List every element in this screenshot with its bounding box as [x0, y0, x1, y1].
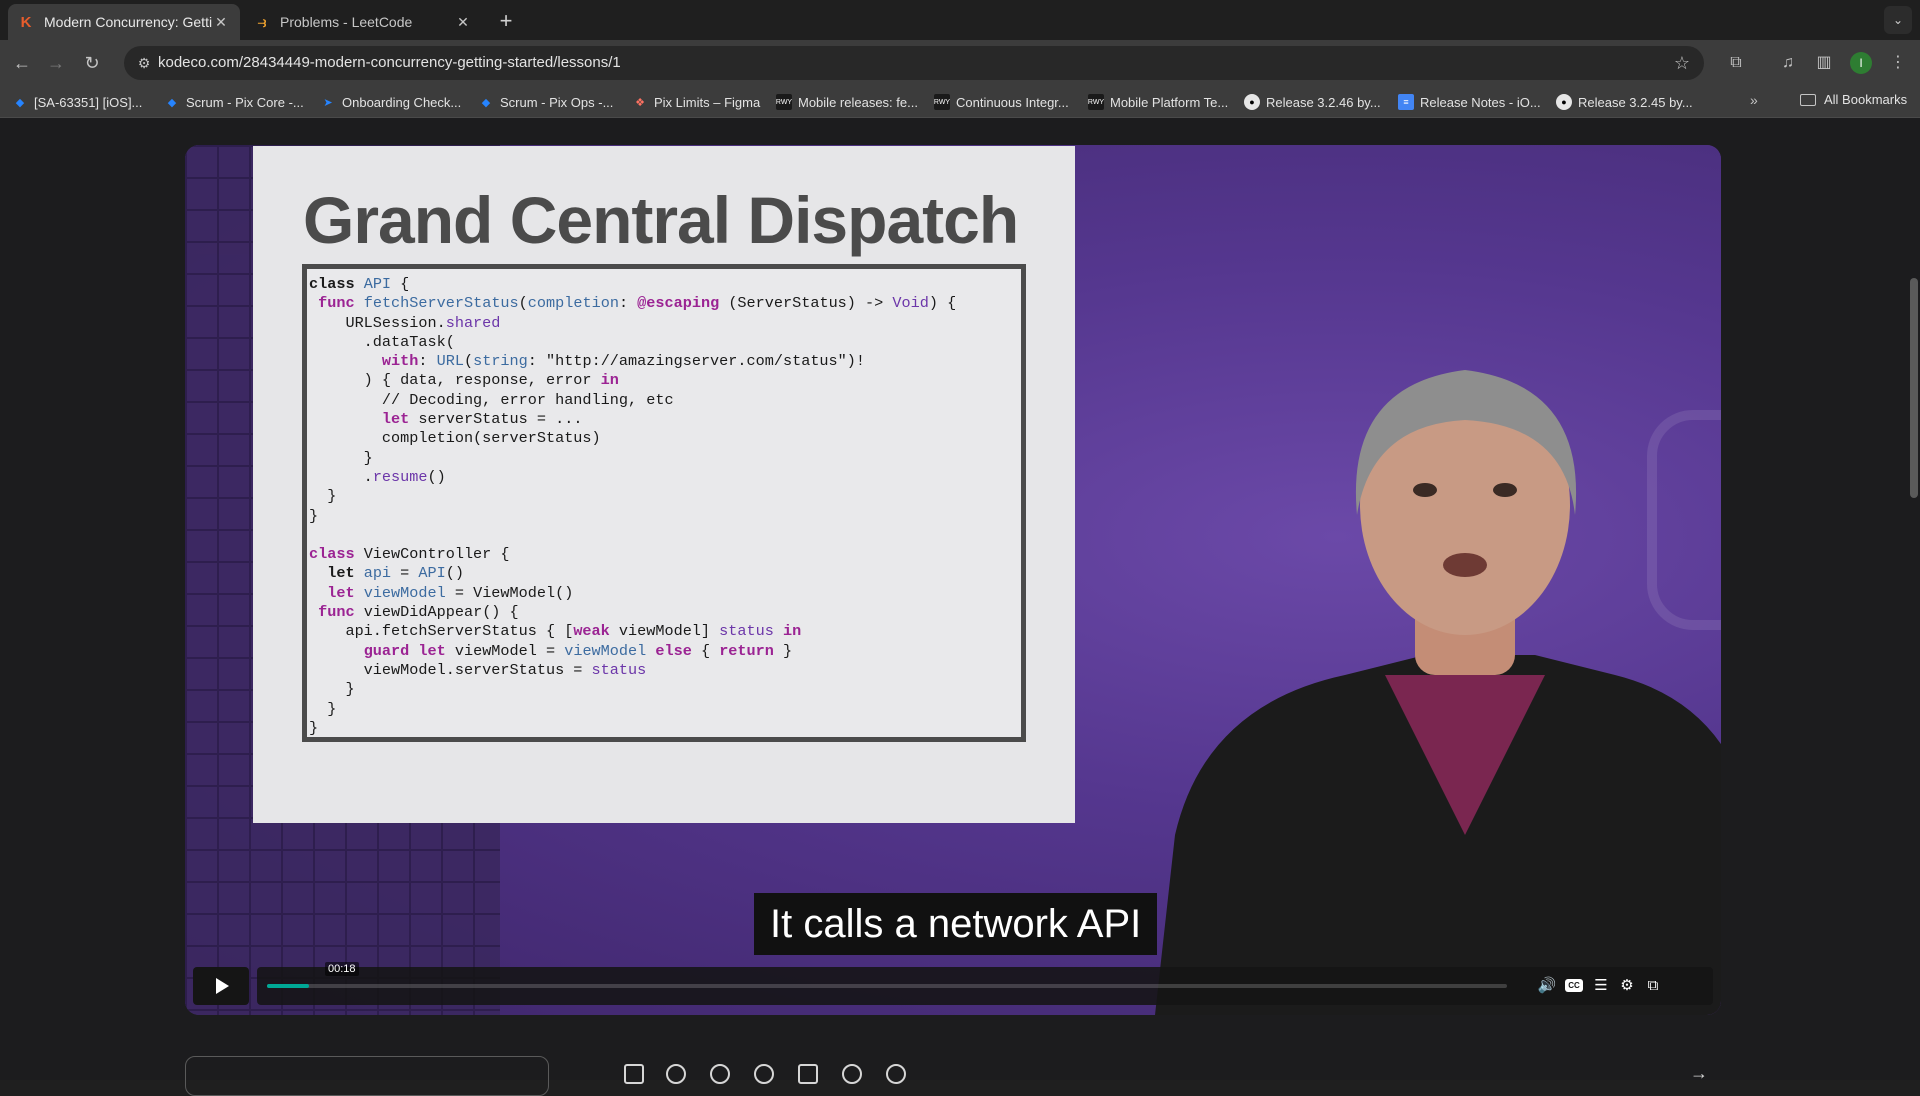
more-bookmarks-icon[interactable]: »: [1750, 92, 1758, 108]
bookmark-item[interactable]: RWY Mobile Platform Te...: [1088, 92, 1228, 112]
tab-title: Modern Concurrency: Getting: [44, 14, 212, 30]
bookmark-label: Scrum - Pix Core -...: [186, 94, 304, 110]
bookmark-item[interactable]: ◆ Scrum - Pix Core -...: [164, 92, 304, 112]
subtitle-caption: It calls a network API: [754, 893, 1158, 955]
bookmark-icon[interactable]: [624, 1064, 644, 1084]
bookmark-item[interactable]: RWY Mobile releases: fe...: [776, 92, 918, 112]
next-lesson-arrow-icon[interactable]: →: [1690, 1063, 1708, 1084]
figma-icon: ❖: [635, 96, 645, 109]
rwy-icon: RWY: [1088, 94, 1104, 110]
code-sample: class API { func fetchServerStatus(compl…: [302, 264, 1026, 742]
close-tab-icon[interactable]: ✕: [212, 14, 230, 31]
tab-leetcode[interactable]: ⥽ Problems - LeetCode ✕: [244, 4, 482, 40]
browser-toolbar: ← → ↻ ⚙ kodeco.com/28434449-modern-concu…: [0, 40, 1920, 86]
transcript-icon[interactable]: ☰: [1591, 976, 1611, 996]
media-controls-icon[interactable]: ♫: [1774, 49, 1802, 77]
bookmark-label: Release 3.2.45 by...: [1578, 94, 1693, 110]
presenter-video: [1155, 370, 1721, 1015]
bookmark-label: Onboarding Check...: [342, 94, 462, 110]
seek-bar[interactable]: 00:18: [267, 962, 1507, 988]
menu-icon[interactable]: ⋮: [1884, 49, 1912, 77]
jira-icon: ◆: [15, 96, 25, 109]
code-text: class API { func fetchServerStatus(compl…: [309, 275, 957, 737]
new-tab-button[interactable]: +: [492, 8, 520, 36]
github-icon[interactable]: [886, 1064, 906, 1084]
bookmark-label: Continuous Integr...: [956, 94, 1069, 110]
jira-icon: ◆: [481, 96, 491, 109]
share-icon[interactable]: [798, 1064, 818, 1084]
volume-icon[interactable]: 🔊: [1537, 976, 1557, 996]
bookmark-label: Release Notes - iO...: [1420, 94, 1541, 110]
play-button[interactable]: [193, 967, 249, 1005]
bookmark-label: Scrum - Pix Ops -...: [500, 94, 614, 110]
bookmark-label: [SA-63351] [iOS]...: [34, 94, 143, 110]
bookmark-star-icon[interactable]: ☆: [1670, 51, 1694, 75]
tab-kodeco[interactable]: K Modern Concurrency: Getting ✕: [8, 4, 240, 40]
settings-gear-icon[interactable]: ⚙: [1617, 976, 1637, 996]
bookmark-item[interactable]: RWY Continuous Integr...: [934, 92, 1069, 112]
closed-captions-icon[interactable]: CC: [1565, 979, 1583, 992]
tab-search-button[interactable]: ⌄: [1884, 6, 1912, 34]
star-icon[interactable]: [710, 1064, 730, 1084]
progress-fill: [267, 984, 310, 988]
jira-icon: ◆: [167, 96, 177, 109]
jira-icon: ➤: [323, 96, 333, 109]
bookmark-item[interactable]: ● Release 3.2.45 by...: [1556, 92, 1693, 112]
bookmark-item[interactable]: ≡ Release Notes - iO...: [1398, 92, 1541, 112]
kodeco-logo-icon: K: [20, 13, 32, 31]
address-bar[interactable]: ⚙ kodeco.com/28434449-modern-concurrency…: [124, 46, 1704, 80]
slide-title: Grand Central Dispatch: [303, 183, 1019, 257]
video-player[interactable]: Grand Central Dispatch class API { func …: [185, 145, 1721, 1015]
info-icon[interactable]: [666, 1064, 686, 1084]
extensions-icon[interactable]: ⧉: [1722, 49, 1750, 77]
leetcode-logo-icon: ⥽: [257, 13, 267, 31]
site-info-icon[interactable]: ⚙: [132, 51, 156, 75]
bookmark-item[interactable]: ◆ Scrum - Pix Ops -...: [478, 92, 614, 112]
back-button[interactable]: ←: [8, 49, 36, 77]
url-text[interactable]: kodeco.com/28434449-modern-concurrency-g…: [158, 54, 621, 71]
tab-strip: K Modern Concurrency: Getting ✕ ⥽ Proble…: [0, 0, 1920, 40]
control-bar: 00:18 🔊 CC ☰ ⚙ ⧉: [257, 962, 1713, 1005]
google-docs-icon: ≡: [1398, 94, 1414, 110]
bookmark-label: Mobile releases: fe...: [798, 94, 918, 110]
bookmarks-bar: ◆ [SA-63351] [iOS]... ◆ Scrum - Pix Core -…: [0, 86, 1920, 118]
bookmark-item[interactable]: ❖ Pix Limits – Figma: [632, 92, 760, 112]
bookmark-label: Mobile Platform Te...: [1110, 94, 1229, 110]
github-icon: ●: [1556, 94, 1572, 110]
rwy-icon: RWY: [776, 94, 792, 110]
presentation-slide: Grand Central Dispatch class API { func …: [253, 146, 1075, 823]
video-controls: 00:18 🔊 CC ☰ ⚙ ⧉: [193, 962, 1713, 1005]
picture-in-picture-icon[interactable]: ⧉: [1643, 976, 1663, 996]
side-panel-icon[interactable]: ▥: [1810, 49, 1838, 77]
bookmark-label: Pix Limits – Figma: [654, 94, 761, 110]
github-icon: ●: [1244, 94, 1260, 110]
profile-avatar[interactable]: I: [1850, 52, 1872, 74]
all-bookmarks-button[interactable]: All Bookmarks: [1800, 92, 1907, 107]
comment-icon[interactable]: [754, 1064, 774, 1084]
rwy-icon: RWY: [934, 94, 950, 110]
tab-title: Problems - LeetCode: [280, 14, 413, 30]
reload-button[interactable]: ↻: [78, 49, 106, 77]
bookmark-item[interactable]: ● Release 3.2.46 by...: [1244, 92, 1381, 112]
folder-icon: [1800, 93, 1816, 106]
play-icon: [216, 978, 229, 994]
current-time: 00:18: [325, 962, 359, 976]
check-complete-icon[interactable]: [842, 1064, 862, 1084]
close-tab-icon[interactable]: ✕: [454, 14, 472, 31]
bookmark-item[interactable]: ◆ [SA-63351] [iOS]...: [12, 92, 143, 112]
all-bookmarks-label: All Bookmarks: [1824, 92, 1908, 107]
page-scrollbar[interactable]: [1910, 278, 1918, 498]
bookmark-item[interactable]: ➤ Onboarding Check...: [320, 92, 461, 112]
bookmark-label: Release 3.2.46 by...: [1266, 94, 1381, 110]
lesson-selector[interactable]: [185, 1056, 549, 1096]
forward-button[interactable]: →: [42, 49, 70, 77]
